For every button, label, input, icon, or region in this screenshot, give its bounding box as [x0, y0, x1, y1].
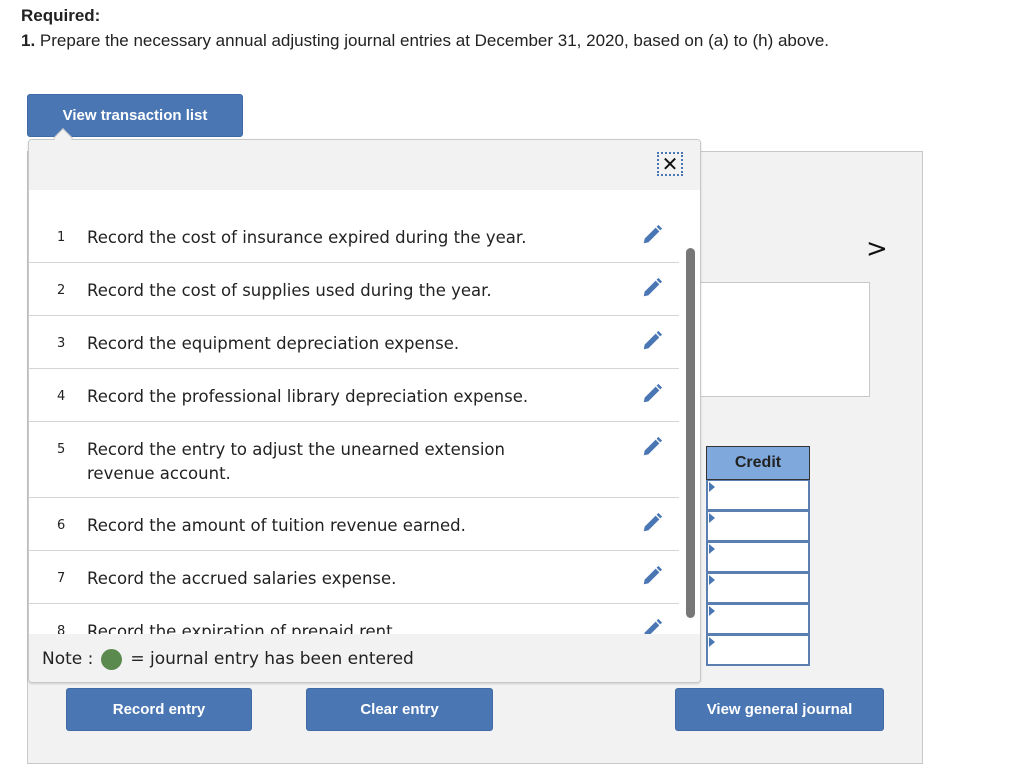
cell-marker-icon [709, 637, 715, 647]
record-entry-button[interactable]: Record entry [66, 688, 252, 731]
cell-marker-icon [709, 482, 715, 492]
cell-marker-icon [709, 606, 715, 616]
instruction-number: 1. [21, 31, 36, 50]
transaction-item[interactable]: 6 Record the amount of tuition revenue e… [29, 498, 679, 551]
transaction-list-popup: ✕ 1 Record the cost of insurance expired… [28, 139, 701, 683]
credit-column: Credit [706, 446, 810, 666]
note-text: = journal entry has been entered [130, 649, 414, 669]
credit-input[interactable] [706, 573, 810, 604]
pencil-icon[interactable] [641, 565, 663, 587]
note-bar: Note : = journal entry has been entered [29, 634, 700, 682]
transaction-number: 4 [57, 389, 66, 404]
transaction-item[interactable]: 3 Record the equipment depreciation expe… [29, 316, 679, 369]
required-instruction: 1. Prepare the necessary annual adjustin… [21, 31, 829, 51]
transaction-number: 6 [57, 518, 66, 533]
entered-indicator-icon [101, 648, 123, 670]
transaction-item[interactable]: 5 Record the entry to adjust the unearne… [29, 422, 679, 498]
transaction-item[interactable]: 7 Record the accrued salaries expense. [29, 551, 679, 604]
instruction-text: Prepare the necessary annual adjusting j… [39, 31, 830, 50]
transaction-number: 2 [57, 283, 66, 298]
close-icon[interactable]: ✕ [657, 152, 683, 176]
transaction-number: 5 [57, 442, 66, 457]
pencil-icon[interactable] [641, 277, 663, 299]
transaction-number: 3 [57, 336, 66, 351]
transaction-item[interactable]: 4 Record the professional library deprec… [29, 369, 679, 422]
note-prefix: Note : [42, 649, 94, 669]
transaction-text: Record the equipment depreciation expens… [87, 334, 460, 353]
pencil-icon[interactable] [641, 436, 663, 458]
pencil-icon[interactable] [641, 224, 663, 246]
transaction-info-box [700, 282, 870, 397]
transaction-text: Record the cost of insurance expired dur… [87, 228, 527, 247]
list-scrollbar[interactable] [686, 248, 695, 618]
pencil-icon[interactable] [641, 330, 663, 352]
transaction-number: 7 [57, 571, 66, 586]
pencil-icon[interactable] [641, 512, 663, 534]
required-heading: Required: [21, 6, 101, 25]
pencil-icon[interactable] [641, 383, 663, 405]
credit-header: Credit [706, 446, 810, 480]
transaction-list: 1 Record the cost of insurance expired d… [29, 210, 679, 657]
cell-marker-icon [709, 544, 715, 554]
credit-input[interactable] [706, 604, 810, 635]
transaction-item[interactable]: 1 Record the cost of insurance expired d… [29, 210, 679, 263]
transaction-text: Record the cost of supplies used during … [87, 281, 492, 300]
next-arrow-icon[interactable]: > [866, 234, 888, 264]
transaction-number: 1 [57, 230, 66, 245]
transaction-text: Record the entry to adjust the unearned … [87, 440, 505, 483]
view-general-journal-button[interactable]: View general journal [675, 688, 884, 731]
credit-input[interactable] [706, 635, 810, 666]
cell-marker-icon [709, 575, 715, 585]
credit-input[interactable] [706, 480, 810, 511]
clear-entry-button[interactable]: Clear entry [306, 688, 493, 731]
credit-input[interactable] [706, 542, 810, 573]
transaction-text: Record the accrued salaries expense. [87, 569, 397, 588]
credit-input[interactable] [706, 511, 810, 542]
cell-marker-icon [709, 513, 715, 523]
transaction-item[interactable]: 2 Record the cost of supplies used durin… [29, 263, 679, 316]
popup-header: ✕ [29, 140, 700, 190]
transaction-text: Record the amount of tuition revenue ear… [87, 516, 466, 535]
transaction-text: Record the professional library deprecia… [87, 387, 529, 406]
